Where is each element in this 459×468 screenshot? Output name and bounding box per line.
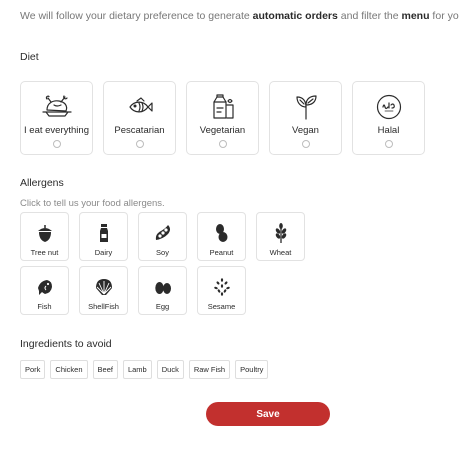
acorn-icon xyxy=(21,222,68,244)
sprout-icon xyxy=(270,92,341,122)
allergen-egg[interactable]: Egg xyxy=(138,266,187,315)
diet-option-label: Vegan xyxy=(292,125,319,136)
diet-radio-vegetarian[interactable] xyxy=(218,140,227,148)
allergen-dairy[interactable]: Dairy xyxy=(79,212,128,261)
sesame-icon xyxy=(198,276,245,298)
diet-option-pescatarian[interactable]: Pescatarian xyxy=(103,81,176,155)
ingredient-chip-poultry[interactable]: Poultry xyxy=(235,360,269,379)
allergen-grid: Tree nut Dairy Soy Peanut Wheat Fish She… xyxy=(20,212,305,315)
shell-icon xyxy=(80,276,127,298)
allergen-fish[interactable]: Fish xyxy=(20,266,69,315)
allergen-shellfish[interactable]: ShellFish xyxy=(79,266,128,315)
halal-icon xyxy=(353,92,424,122)
milk-bottle-icon xyxy=(80,222,127,244)
diet-radio-everything[interactable] xyxy=(52,140,61,148)
ingredients-title: Ingredients to avoid xyxy=(20,338,112,350)
ingredient-chip-chicken[interactable]: Chicken xyxy=(50,360,88,379)
milk-carton-icon xyxy=(187,92,258,122)
diet-radio-vegan[interactable] xyxy=(301,140,310,148)
diet-option-label: Vegetarian xyxy=(199,125,246,136)
ingredient-chip-duck[interactable]: Duck xyxy=(156,360,184,379)
allergen-label: Dairy xyxy=(94,248,113,257)
allergen-label: Egg xyxy=(155,302,170,311)
allergen-sesame[interactable]: Sesame xyxy=(197,266,246,315)
intro-text: We will follow your dietary preference t… xyxy=(20,10,459,22)
diet-option-halal[interactable]: Halal xyxy=(352,81,425,155)
ingredient-chip-raw-fish[interactable]: Raw Fish xyxy=(188,360,231,379)
allergen-soy[interactable]: Soy xyxy=(138,212,187,261)
allergen-label: Fish xyxy=(37,302,52,311)
diet-option-label: Pescatarian xyxy=(114,125,165,136)
allergen-label: Soy xyxy=(156,248,169,257)
diet-option-vegetarian[interactable]: Vegetarian xyxy=(186,81,259,155)
save-button[interactable]: Save xyxy=(206,402,330,426)
allergen-label: ShellFish xyxy=(88,302,119,311)
diet-option-vegan[interactable]: Vegan xyxy=(269,81,342,155)
intro-part1: We will follow your dietary preference t… xyxy=(20,10,253,22)
allergen-peanut[interactable]: Peanut xyxy=(197,212,246,261)
diet-title: Diet xyxy=(20,51,39,63)
diet-radio-halal[interactable] xyxy=(384,140,393,148)
intro-part3: for you. xyxy=(432,10,459,22)
allergens-hint: Click to tell us your food allergens. xyxy=(20,198,165,209)
wheat-icon xyxy=(257,222,304,244)
allergen-label: Tree nut xyxy=(30,248,59,257)
roast-chicken-icon xyxy=(21,92,92,122)
ingredient-chip-pork[interactable]: Pork xyxy=(20,360,46,379)
allergen-tree-nut[interactable]: Tree nut xyxy=(20,212,69,261)
intro-bold-automatic-orders: automatic orders xyxy=(252,10,338,22)
ingredient-chip-lamb[interactable]: Lamb xyxy=(122,360,152,379)
fish-icon xyxy=(21,276,68,298)
diet-option-label: Halal xyxy=(377,125,400,136)
diet-radio-pescatarian[interactable] xyxy=(135,140,144,148)
peanut-icon xyxy=(198,222,245,244)
ingredient-chip-beef[interactable]: Beef xyxy=(92,360,118,379)
intro-part2: and filter the xyxy=(337,10,402,22)
diet-option-everything[interactable]: I eat everything xyxy=(20,81,93,155)
allergen-label: Peanut xyxy=(209,248,234,257)
egg-icon xyxy=(139,276,186,298)
allergen-wheat[interactable]: Wheat xyxy=(256,212,305,261)
fish-icon xyxy=(104,92,175,122)
allergen-label: Sesame xyxy=(207,302,236,311)
diet-option-label: I eat everything xyxy=(24,125,89,136)
soybean-icon xyxy=(139,222,186,244)
allergen-label: Wheat xyxy=(269,248,292,257)
allergens-title: Allergens xyxy=(20,177,64,189)
diet-options: I eat everything Pescatarian Vegetarian … xyxy=(20,81,425,155)
intro-bold-menu: menu xyxy=(401,10,430,22)
ingredient-chips: Pork Chicken Beef Lamb Duck Raw Fish Pou… xyxy=(20,360,269,379)
